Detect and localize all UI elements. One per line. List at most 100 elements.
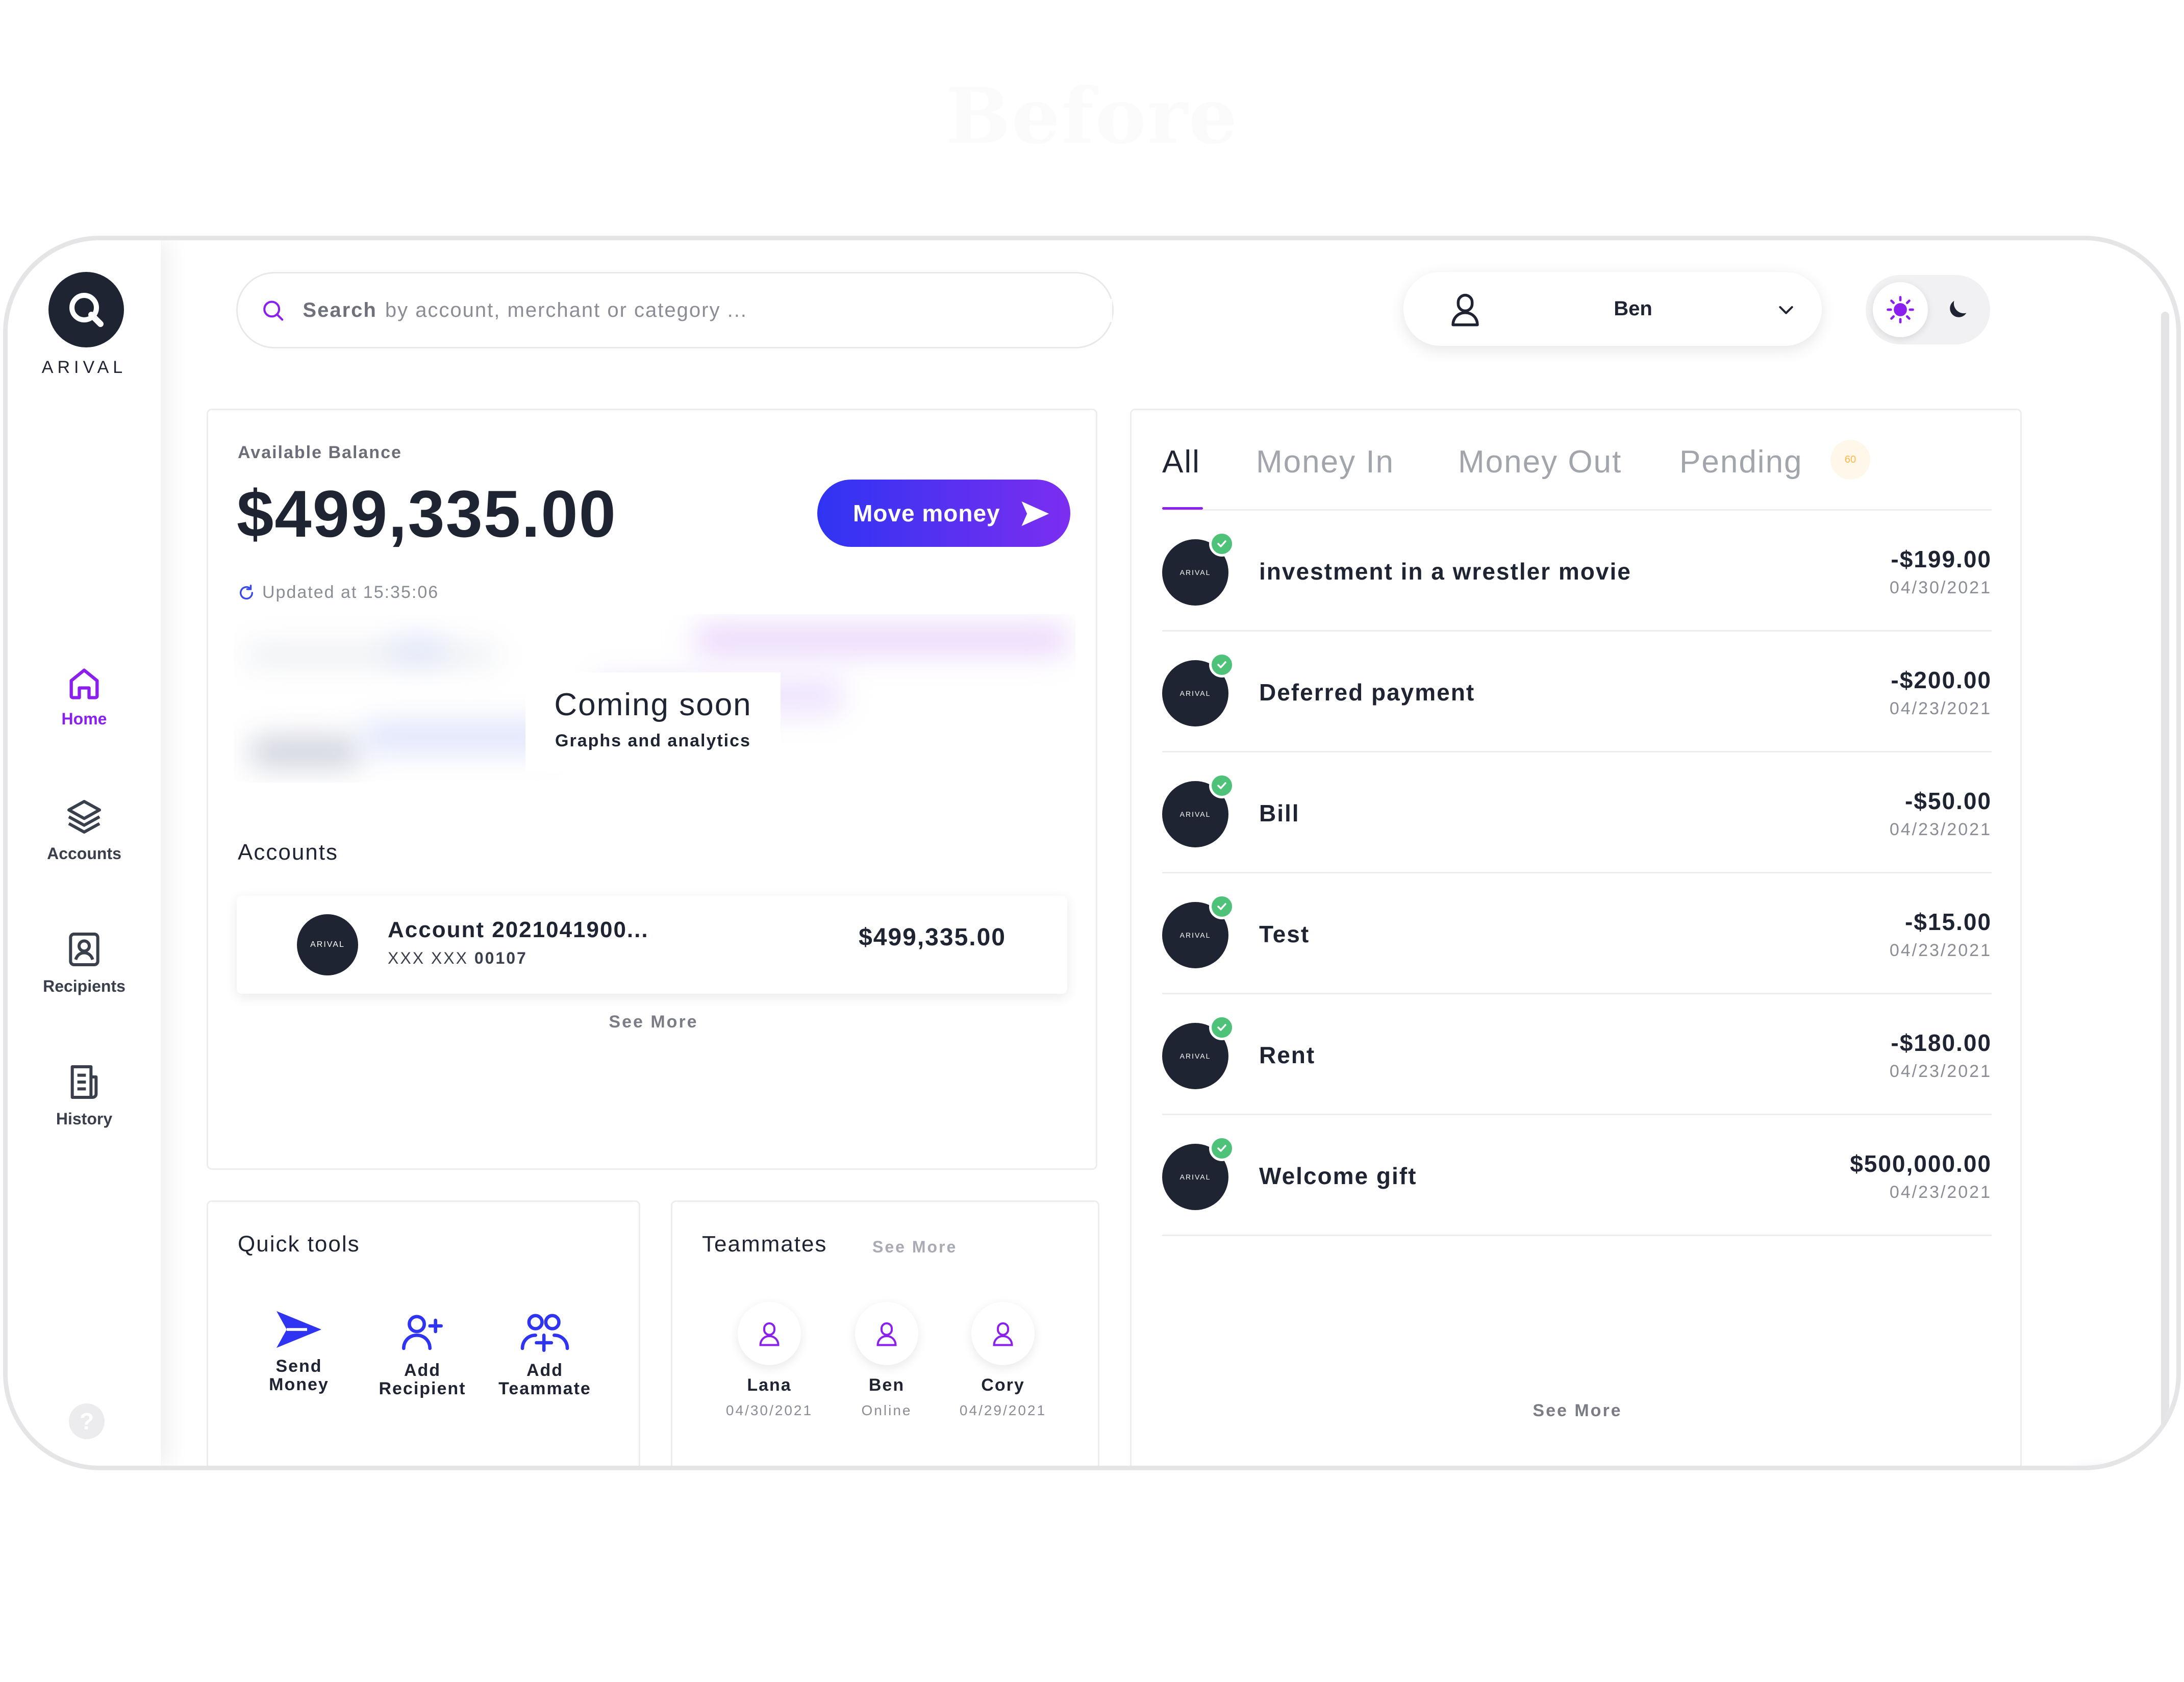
move-money-label: Move money [853, 500, 1000, 526]
transaction-date: 04/30/2021 [1889, 578, 1992, 597]
teammate-item[interactable]: Lana 04/30/2021 [718, 1302, 820, 1419]
sidebar-item-recipients[interactable]: Recipients [8, 929, 161, 996]
add-user-icon [402, 1315, 443, 1350]
user-icon [759, 1322, 780, 1346]
user-icon [993, 1322, 1013, 1346]
search-input[interactable] [385, 298, 1112, 322]
history-icon [70, 1065, 98, 1099]
account-logo: ARIVAL [297, 914, 358, 975]
check-icon [1209, 894, 1235, 919]
home-icon [69, 668, 99, 699]
transaction-date: 04/23/2021 [1889, 820, 1992, 839]
coming-soon-box: Coming soon Graphs and analytics [525, 672, 781, 772]
tab-money-out[interactable]: Money Out [1458, 444, 1622, 480]
brand-name: ARIVAL [41, 358, 127, 377]
refresh-icon [239, 584, 254, 599]
transaction-name: investment in a wrestler movie [1259, 558, 1631, 585]
logo-search-icon [69, 293, 104, 327]
transaction-row[interactable]: ARIVAL Welcome gift $500,000.00 04/23/20… [1162, 1115, 1992, 1236]
brand-logo[interactable] [48, 272, 124, 347]
user-icon [876, 1322, 897, 1346]
transaction-amount: -$199.00 [1891, 546, 1992, 572]
avatar [971, 1302, 1035, 1365]
tool-label: Add Teammate [498, 1361, 591, 1398]
teammates-card: Teammates See More Lana 04/30/2021 Ben O… [671, 1200, 1099, 1466]
sidebar-item-accounts[interactable]: Accounts [8, 796, 161, 863]
coming-soon-subtitle: Graphs and analytics [555, 731, 751, 750]
layers-icon [67, 800, 101, 834]
transaction-name: Welcome gift [1259, 1163, 1417, 1189]
tool-label: Add Recipient [379, 1361, 466, 1398]
page-title: Before [945, 71, 1239, 161]
tab-pending[interactable]: Pending [1679, 444, 1803, 480]
check-icon [1209, 652, 1235, 677]
transaction-row[interactable]: ARIVAL Test -$15.00 04/23/2021 [1162, 873, 1992, 994]
sidebar-item-history[interactable]: History [8, 1062, 161, 1128]
teammate-status: 04/29/2021 [959, 1402, 1047, 1418]
sidebar-item-label: Recipients [43, 977, 125, 995]
transactions-see-more-link[interactable]: See More [1132, 1401, 2023, 1421]
check-icon [1209, 531, 1235, 557]
account-row[interactable]: ARIVAL Account 2021041900... XXX XXX 001… [237, 896, 1067, 994]
moon-icon [1950, 300, 1967, 317]
transaction-row[interactable]: ARIVAL Bill -$50.00 04/23/2021 [1162, 752, 1992, 873]
quick-tools-card: Quick tools Send Money Add Recipient Add Te… [207, 1200, 640, 1466]
teammate-status: 04/30/2021 [725, 1402, 813, 1418]
tab-money-in[interactable]: Money In [1256, 444, 1394, 480]
transaction-row[interactable]: ARIVAL investment in a wrestler movie -$… [1162, 511, 1992, 632]
send-icon [277, 1311, 321, 1348]
transaction-date: 04/23/2021 [1889, 699, 1992, 718]
transaction-date: 04/23/2021 [1889, 941, 1992, 960]
transaction-name: Deferred payment [1259, 679, 1475, 706]
transaction-amount: -$50.00 [1904, 788, 1992, 814]
help-icon[interactable]: ? [69, 1403, 105, 1439]
search-bar[interactable]: Search [236, 272, 1114, 348]
scrollbar[interactable] [2161, 312, 2169, 1466]
teammates-see-more-link[interactable]: See More [872, 1238, 957, 1257]
search-icon [263, 300, 284, 321]
theme-toggle[interactable] [1866, 275, 1990, 344]
teammate-item[interactable]: Ben Online [836, 1302, 938, 1419]
tool-label: Send Money [269, 1357, 329, 1394]
account-number-suffix: 00107 [474, 949, 528, 967]
search-label: Search [303, 298, 377, 321]
add-recipient-button[interactable]: Add Recipient [361, 1309, 484, 1398]
send-money-button[interactable]: Send Money [238, 1309, 360, 1394]
tab-all[interactable]: All [1162, 444, 1200, 480]
account-name: Account 2021041900... [388, 917, 649, 942]
updated-time: Updated at 15:35:06 [238, 583, 439, 602]
coming-soon-title: Coming soon [554, 687, 752, 722]
user-icon [1451, 293, 1479, 327]
user-dropdown[interactable]: Ben [1403, 272, 1822, 346]
balance-card: Available Balance $499,335.00 Move money… [207, 409, 1097, 1170]
transactions-card: All Money In Money Out Pending 60 ARIVAL… [1130, 409, 2023, 1466]
transaction-name: Rent [1259, 1042, 1316, 1068]
teammate-status: Online [861, 1402, 912, 1418]
account-number-prefix: XXX XXX [388, 949, 468, 967]
sidebar: ARIVAL Home Accounts Recipients History [8, 240, 161, 1466]
light-mode-button[interactable] [1873, 282, 1928, 337]
sun-icon [1887, 296, 1914, 323]
check-icon [1209, 773, 1235, 798]
sidebar-item-home[interactable]: Home [8, 664, 161, 729]
sidebar-item-label: Home [61, 710, 107, 728]
active-tab-indicator [1162, 507, 1203, 510]
chat-button[interactable] [2051, 1468, 2142, 1470]
check-icon [1209, 1015, 1235, 1040]
transaction-amount: -$200.00 [1891, 667, 1992, 693]
transaction-amount: $500,000.00 [1850, 1150, 1992, 1177]
accounts-title: Accounts [238, 840, 338, 865]
accounts-see-more-link[interactable]: See More [208, 1012, 1099, 1032]
dark-mode-button[interactable] [1937, 289, 1978, 330]
move-money-button[interactable]: Move money [817, 480, 1070, 547]
check-icon [1209, 1136, 1235, 1161]
transaction-row[interactable]: ARIVAL Deferred payment -$200.00 04/23/2… [1162, 632, 1992, 752]
account-number: XXX XXX 00107 [388, 949, 528, 968]
transaction-amount: -$15.00 [1904, 909, 1992, 935]
transaction-name: Test [1259, 921, 1310, 947]
teammate-item[interactable]: Cory 04/29/2021 [952, 1302, 1054, 1419]
add-teammate-button[interactable]: Add Teammate [484, 1309, 606, 1398]
balance-value: $499,335.00 [237, 476, 617, 551]
transaction-row[interactable]: ARIVAL Rent -$180.00 04/23/2021 [1162, 994, 1992, 1115]
user-name: Ben [1614, 297, 1652, 320]
